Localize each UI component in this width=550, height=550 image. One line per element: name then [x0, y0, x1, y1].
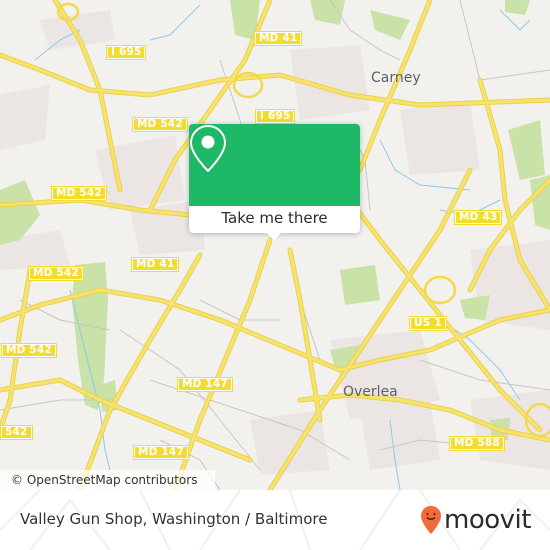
map-attribution[interactable]: © OpenStreetMap contributors [0, 470, 215, 490]
route-shield-i695: I 695 [255, 109, 296, 124]
route-shield-i695: I 695 [106, 45, 147, 60]
urban-areas [0, 10, 550, 475]
footer-bar: Valley Gun Shop, Washington / Baltimore … [0, 490, 550, 550]
map-view[interactable]: I 695 MD 41 MD 542 I 695 MD 542 MD 43 MD… [0, 0, 550, 490]
place-label-overlea: Overlea [343, 384, 398, 400]
place-title: Valley Gun Shop, Washington / Baltimore [20, 510, 328, 528]
route-shield-md147: MD 147 [133, 445, 189, 460]
route-shield-md542: MD 542 [51, 186, 107, 201]
place-label-carney: Carney [371, 70, 421, 86]
moovit-logo[interactable]: moovit [420, 504, 531, 536]
route-shield-md588: MD 588 [449, 436, 505, 451]
route-shield-md542: MD 542 [132, 117, 188, 132]
popup-pointer [266, 232, 282, 240]
route-shield-md43: MD 43 [454, 210, 503, 225]
route-shield-md41: MD 41 [254, 31, 303, 46]
location-popup: Take me there [189, 124, 360, 240]
brand-name: moovit [444, 505, 531, 535]
route-shield-md542: MD 542 [1, 343, 57, 358]
route-shield-md542: MD 542 [28, 266, 84, 281]
route-shield-md542: 542 [0, 425, 33, 440]
map-pin-icon [189, 124, 227, 173]
moovit-pin-icon [421, 506, 441, 534]
route-shield-us1: US 1 [409, 316, 447, 331]
take-me-there-button[interactable]: Take me there [189, 206, 360, 233]
route-shield-md41: MD 41 [131, 257, 180, 272]
route-shield-md147: MD 147 [177, 377, 233, 392]
popup-header [189, 124, 360, 206]
map-tiles [0, 0, 550, 490]
